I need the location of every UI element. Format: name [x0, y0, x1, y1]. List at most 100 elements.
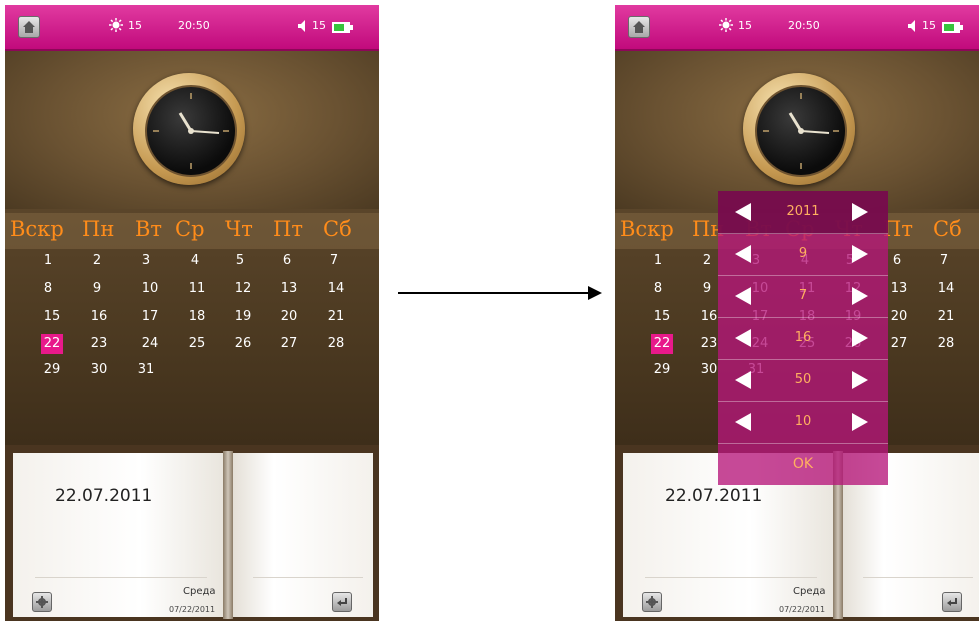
- increment-arrow-icon[interactable]: [852, 287, 868, 305]
- day-cell[interactable]: 13: [888, 279, 910, 299]
- decrement-arrow-icon[interactable]: [735, 287, 751, 305]
- day-cell[interactable]: 25: [186, 334, 208, 354]
- weekday-label: Пт: [273, 217, 303, 241]
- weekday-label: Вскр: [620, 217, 674, 241]
- day-cell[interactable]: 21: [935, 307, 957, 327]
- day-cell[interactable]: 27: [278, 334, 300, 354]
- increment-arrow-icon[interactable]: [852, 203, 868, 221]
- day-cell-today[interactable]: 22: [41, 334, 63, 354]
- back-button[interactable]: [942, 592, 962, 612]
- day-cell-today[interactable]: 22: [651, 334, 673, 354]
- picker-value-day: 7: [798, 288, 808, 303]
- day-cell[interactable]: 2: [86, 251, 108, 271]
- day-cell[interactable]: 16: [698, 307, 720, 327]
- day-cell[interactable]: 15: [651, 307, 673, 327]
- day-cell[interactable]: 15: [41, 307, 63, 327]
- decrement-arrow-icon[interactable]: [735, 371, 751, 389]
- picker-row-minute: 50: [718, 359, 888, 402]
- battery-icon: [332, 22, 353, 33]
- brightness-value: 15: [128, 19, 142, 32]
- day-cell[interactable]: 6: [276, 251, 298, 271]
- decrement-arrow-icon[interactable]: [735, 329, 751, 347]
- day-cell[interactable]: 13: [278, 279, 300, 299]
- increment-arrow-icon[interactable]: [852, 413, 868, 431]
- day-cell[interactable]: 29: [651, 360, 673, 380]
- day-cell[interactable]: 8: [647, 279, 669, 299]
- day-cell[interactable]: 31: [135, 360, 157, 380]
- brightness-icon: [109, 18, 123, 32]
- day-cell[interactable]: 12: [232, 279, 254, 299]
- home-button[interactable]: [18, 16, 40, 38]
- clock-time: 20:50: [178, 19, 210, 32]
- weekday-header: Вскр Пн Вт Ср Чт Пт Сб: [5, 213, 379, 249]
- settings-button[interactable]: [32, 592, 52, 612]
- note-weekday: Среда: [793, 586, 826, 597]
- settings-button[interactable]: [642, 592, 662, 612]
- day-cell[interactable]: 14: [935, 279, 957, 299]
- day-cell[interactable]: 19: [232, 307, 254, 327]
- day-cell[interactable]: 10: [139, 279, 161, 299]
- picker-row-day: 7: [718, 275, 888, 318]
- day-cell[interactable]: 20: [888, 307, 910, 327]
- increment-arrow-icon[interactable]: [852, 329, 868, 347]
- speaker-icon: [298, 20, 305, 32]
- weekday-label: Чт: [225, 217, 253, 241]
- ok-button[interactable]: OK: [718, 443, 888, 485]
- analog-clock: [743, 73, 855, 185]
- picker-value-second: 10: [794, 414, 812, 429]
- battery-icon: [942, 22, 963, 33]
- day-cell[interactable]: 9: [696, 279, 718, 299]
- page-rule: [35, 577, 207, 578]
- day-cell[interactable]: 8: [37, 279, 59, 299]
- increment-arrow-icon[interactable]: [852, 245, 868, 263]
- day-cell[interactable]: 17: [139, 307, 161, 327]
- back-button[interactable]: [332, 592, 352, 612]
- weekday-label: Вскр: [10, 217, 64, 241]
- brightness-value: 15: [738, 19, 752, 32]
- day-cell[interactable]: 29: [41, 360, 63, 380]
- note-date-small: 07/22/2011: [779, 605, 826, 614]
- speaker-icon: [908, 20, 915, 32]
- day-cell[interactable]: 14: [325, 279, 347, 299]
- day-cell[interactable]: 23: [88, 334, 110, 354]
- day-cell[interactable]: 5: [229, 251, 251, 271]
- decrement-arrow-icon[interactable]: [735, 203, 751, 221]
- clock-face: [755, 85, 847, 177]
- increment-arrow-icon[interactable]: [852, 371, 868, 389]
- day-cell[interactable]: 4: [184, 251, 206, 271]
- day-cell[interactable]: 30: [698, 360, 720, 380]
- page-rule: [645, 577, 817, 578]
- day-cell[interactable]: 7: [323, 251, 345, 271]
- day-cell[interactable]: 1: [37, 251, 59, 271]
- day-cell[interactable]: 26: [232, 334, 254, 354]
- day-cell[interactable]: 6: [886, 251, 908, 271]
- day-cell[interactable]: 30: [88, 360, 110, 380]
- day-cell[interactable]: 24: [139, 334, 161, 354]
- day-cell[interactable]: 16: [88, 307, 110, 327]
- decrement-arrow-icon[interactable]: [735, 245, 751, 263]
- notebook-spine: [223, 451, 233, 619]
- home-button[interactable]: [628, 16, 650, 38]
- clock-face: [145, 85, 237, 177]
- decrement-arrow-icon[interactable]: [735, 413, 751, 431]
- day-cell[interactable]: 3: [135, 251, 157, 271]
- day-cell[interactable]: 27: [888, 334, 910, 354]
- day-cell[interactable]: 2: [696, 251, 718, 271]
- note-date: 22.07.2011: [665, 486, 763, 506]
- calendar-grid: Вскр Пн Вт Ср Чт Пт Сб 1 2 3 4 5 6 7 8 9…: [5, 209, 379, 445]
- day-cell[interactable]: 18: [186, 307, 208, 327]
- day-cell[interactable]: 1: [647, 251, 669, 271]
- day-cell[interactable]: 20: [278, 307, 300, 327]
- day-cell[interactable]: 28: [325, 334, 347, 354]
- day-cell[interactable]: 11: [186, 279, 208, 299]
- day-cell[interactable]: 28: [935, 334, 957, 354]
- picker-row-month: 9: [718, 233, 888, 276]
- clock-time: 20:50: [788, 19, 820, 32]
- day-cell[interactable]: 23: [698, 334, 720, 354]
- note-weekday: Среда: [183, 586, 216, 597]
- calendar-screen-with-picker: 15 20:50 15 Вскр Пн Вт Ср Ч: [615, 5, 979, 621]
- picker-value-year: 2011: [786, 204, 820, 219]
- day-cell[interactable]: 9: [86, 279, 108, 299]
- day-cell[interactable]: 7: [933, 251, 955, 271]
- day-cell[interactable]: 21: [325, 307, 347, 327]
